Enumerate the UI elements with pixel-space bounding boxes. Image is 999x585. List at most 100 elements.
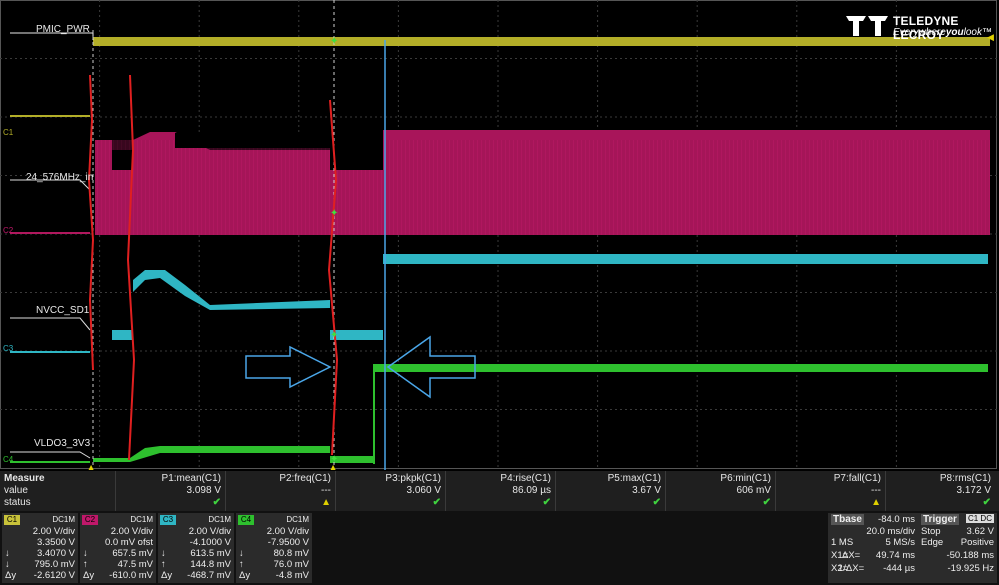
measure-status-icon: ✔: [432, 497, 441, 508]
measure-status-icon: ▲: [871, 497, 881, 508]
inverse-delta-x-label: 1/ΔX=: [838, 563, 865, 574]
clock-trace: [95, 130, 990, 235]
measure-param-value: ---: [871, 485, 881, 496]
channel-id: C3: [160, 515, 176, 525]
channel-cursor-2: 144.8 mV: [190, 559, 231, 570]
channel-coupling: DC1M: [208, 515, 231, 524]
channel-id: C4: [238, 515, 254, 525]
svg-text:✦: ✦: [330, 208, 338, 219]
channel-vdiv: 2.00 V/div: [110, 526, 153, 537]
channel-cursor-1: 80.8 mV: [273, 548, 309, 559]
svg-text:▲: ▲: [330, 463, 337, 470]
cursor-symbol: ↓: [5, 559, 10, 570]
channel-id: C2: [82, 515, 98, 525]
channel-offset: -7.9500 V: [267, 537, 309, 548]
waveform-grid: ✦ ✦ ✦ ✦ ▲ ▲ ◀: [0, 0, 999, 470]
delta-y-symbol: Δy: [239, 570, 251, 581]
c3-marker: C3: [3, 344, 14, 353]
measure-param-value: 3.172 V: [956, 485, 991, 496]
channel-offset: -4.1000 V: [189, 537, 231, 548]
measure-param-value: 3.098 V: [186, 485, 221, 496]
cursor-x1-value: 49.74 ms: [875, 550, 915, 561]
measure-param-name: P6:min(C1): [720, 473, 771, 484]
channel-cursor-1: 613.5 mV: [190, 548, 231, 559]
delta-y-symbol: Δy: [161, 570, 173, 581]
trace-label-clock: 24_576MHz_in: [26, 172, 94, 183]
brand-tagline: Everywhereyoulook™: [893, 27, 992, 38]
measure-table[interactable]: Measure value status P1:mean(C1) 3.098 V ✔…: [0, 471, 999, 511]
channel-cursor-2: 795.0 mV: [34, 559, 75, 570]
vldo3-trace: [10, 364, 988, 464]
cursor-symbol: ↑: [83, 559, 88, 570]
measure-status-icon: ✔: [762, 497, 771, 508]
measure-param-name: P2:freq(C1): [279, 473, 331, 484]
trace-label-vldo3: VLDO3_3V3: [34, 438, 91, 449]
timebase-samples: 1 MS: [831, 537, 854, 548]
arrow-right-annotation: [245, 345, 332, 389]
svg-text:✦: ✦: [330, 330, 338, 341]
measure-status-label: status: [4, 497, 31, 508]
measure-param-value: 606 mV: [736, 485, 771, 496]
channel-delta-y: -468.7 mV: [187, 570, 231, 581]
channel-cursor-2: 76.0 mV: [273, 559, 309, 570]
channel-delta-y: -610.0 mV: [109, 570, 153, 581]
channel-coupling: DC1M: [130, 515, 153, 524]
measure-status-icon: ✔: [982, 497, 991, 508]
timebase-delay: -84.0 ms: [878, 514, 915, 525]
measure-param-value: 86.09 µs: [512, 485, 551, 496]
nvcc-sd1-trace: [10, 254, 988, 353]
trigger-type: Edge: [921, 537, 944, 548]
measure-param-value: 3.060 V: [406, 485, 441, 496]
waveform-display[interactable]: ✦ ✦ ✦ ✦ ▲ ▲ ◀ PMIC_PWR 24_576MHz_in NVCC…: [0, 0, 999, 470]
measure-param-name: P5:max(C1): [607, 473, 661, 484]
delta-x-label: ΔX=: [842, 550, 861, 561]
cursor-symbol: ↓: [161, 548, 166, 559]
channel-box-c2[interactable]: C2 DC1M 2.00 V/div 0.0 mV ofst ↓ 657.5 mV ↑ 47.…: [80, 513, 156, 583]
channel-box-c1[interactable]: C1 DC1M 2.00 V/div 3.3500 V ↓ 3.4070 V ↓ 795.0 …: [2, 513, 78, 583]
measure-param-name: P1:mean(C1): [161, 473, 221, 484]
brand-logo: TELEDYNE LECROY Everywhereyoulook™: [845, 14, 992, 42]
measure-param-value: ---: [321, 485, 331, 496]
channel-cursor-2: 47.5 mV: [117, 559, 153, 570]
measure-param-name: P7:fall(C1): [833, 473, 881, 484]
channel-cursor-1: 657.5 mV: [112, 548, 153, 559]
delta-y-symbol: Δy: [5, 570, 17, 581]
trigger-level: 3.62 V: [966, 526, 994, 537]
trace-label-nvcc-sd1: NVCC_SD1: [36, 305, 90, 316]
channel-vdiv: 2.00 V/div: [266, 526, 309, 537]
cursor-symbol: ↓: [239, 548, 244, 559]
channel-cursor-1: 3.4070 V: [36, 548, 75, 559]
svg-text:✦: ✦: [330, 36, 338, 47]
trigger-mode: Stop: [921, 526, 941, 537]
delta-x-value: -50.188 ms: [946, 550, 994, 561]
measure-status-icon: ▲: [321, 497, 331, 508]
measure-param-value: 3.67 V: [632, 485, 661, 496]
trigger-source: C1 DC: [965, 514, 994, 523]
channel-coupling: DC1M: [52, 515, 75, 524]
measure-param-name: P4:rise(C1): [500, 473, 551, 484]
c1-marker: C1: [3, 128, 14, 137]
timebase-title: Tbase: [831, 514, 864, 525]
channel-box-c3[interactable]: C3 DC1M 2.00 V/div -4.1000 V ↓ 613.5 mV ↑ 144.8…: [158, 513, 234, 583]
cursor-symbol: ↑: [239, 559, 244, 570]
measure-value-label: value: [4, 485, 28, 496]
channel-coupling: DC1M: [286, 515, 309, 524]
measure-param-name: P8:rms(C1): [939, 473, 991, 484]
measure-title: Measure: [4, 473, 45, 484]
measure-param-name: P3:pkpk(C1): [385, 473, 441, 484]
cursor-symbol: ↓: [5, 548, 10, 559]
timebase-rate: 5 MS/s: [885, 537, 915, 548]
inverse-delta-x-value: -19.925 Hz: [947, 563, 994, 574]
timebase-tdiv: 20.0 ms/div: [866, 526, 915, 537]
channel-delta-y: -4.8 mV: [275, 570, 309, 581]
channel-vdiv: 2.00 V/div: [32, 526, 75, 537]
cursor-symbol: ↓: [83, 548, 88, 559]
trace-label-pmic-pwr: PMIC_PWR: [36, 24, 90, 35]
c4-marker: C4: [3, 455, 14, 464]
svg-text:▲: ▲: [88, 463, 95, 470]
trigger-title: Trigger: [921, 514, 959, 525]
measure-status-icon: ✔: [212, 497, 221, 508]
channel-box-c4[interactable]: C4 DC1M 2.00 V/div -7.9500 V ↓ 80.8 mV ↑ 76.0 m…: [236, 513, 312, 583]
measure-status-icon: ✔: [652, 497, 661, 508]
trigger-box[interactable]: Trigger C1 DC Stop 3.62 V Edge Positive …: [838, 513, 997, 583]
